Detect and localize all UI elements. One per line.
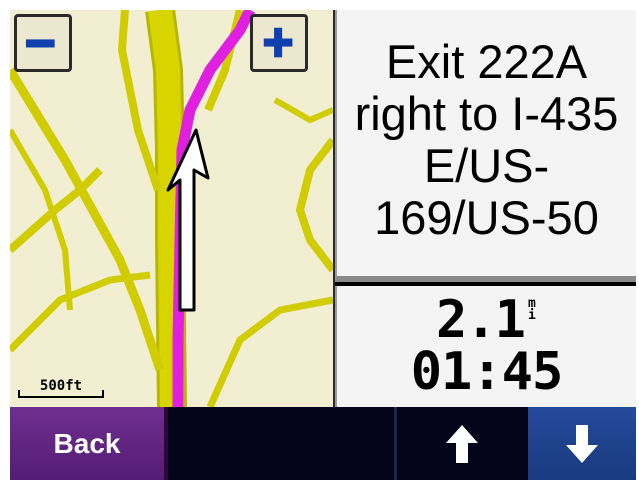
distance-row: 2.1 mi	[337, 294, 636, 346]
zoom-out-button[interactable]	[14, 14, 72, 72]
distance-time-panel[interactable]: 2.1 mi 01:45	[335, 286, 636, 407]
map-view[interactable]: 500ft	[10, 10, 335, 407]
bottom-bar: Back	[10, 407, 636, 480]
scale-bar	[18, 390, 104, 398]
scroll-up-button[interactable]	[394, 407, 526, 480]
time-value: 01:45	[410, 342, 564, 402]
bottom-bar-spacer	[168, 407, 394, 480]
arrow-down-icon	[566, 424, 598, 463]
map-scale: 500ft	[18, 378, 104, 398]
arrow-up-icon	[445, 424, 478, 463]
minus-icon	[25, 39, 55, 48]
zoom-in-button[interactable]	[250, 14, 308, 72]
distance-value: 2.1	[436, 290, 526, 350]
gps-screen: 500ft Exit 222A right to I-435 E/US-169/…	[10, 10, 636, 480]
back-button[interactable]: Back	[10, 407, 168, 480]
turn-instruction: Exit 222A right to I-435 E/US-169/US-50	[354, 35, 619, 244]
distance-unit: mi	[528, 296, 536, 323]
next-turn-panel[interactable]: Exit 222A right to I-435 E/US-169/US-50	[335, 10, 636, 282]
plus-icon	[263, 27, 293, 58]
scroll-down-button[interactable]	[528, 407, 636, 480]
